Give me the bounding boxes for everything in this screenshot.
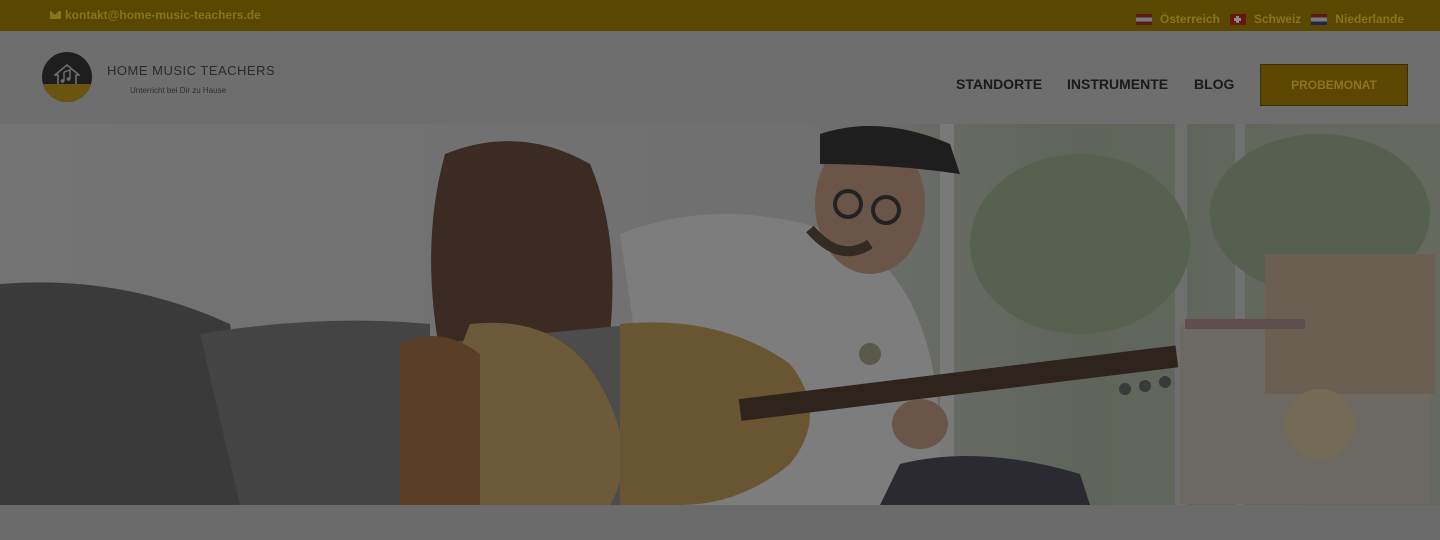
brand-logo[interactable] [42,52,92,102]
netherlands-flag-icon [1311,13,1328,25]
brand-tagline: Unterricht bei Dir zu Hause [130,86,227,95]
hero-image [0,124,1440,505]
country-link-austria[interactable]: Österreich [1135,12,1220,26]
brand-title[interactable]: HOME MUSIC TEACHERS [107,63,275,78]
country-link-switzerland[interactable]: Schweiz [1229,12,1302,26]
country-switcher: Österreich Schweiz Niederlande [1135,12,1404,26]
contact-email-text: kontakt@home-music-teachers.de [65,8,261,22]
country-label: Niederlande [1335,12,1404,26]
contact-email-link[interactable]: kontakt@home-music-teachers.de [50,8,261,22]
country-label: Schweiz [1253,12,1302,26]
switzerland-flag-icon [1229,13,1246,25]
top-bar: kontakt@home-music-teachers.de Österreic… [0,0,1440,31]
nav-item-instrumente[interactable]: INSTRUMENTE [1067,76,1168,92]
nav-item-standorte[interactable]: STANDORTE [956,76,1042,92]
envelope-icon [50,11,61,19]
austria-flag-icon [1135,13,1152,25]
content-area [0,505,1440,540]
nav-item-blog[interactable]: BLOG [1194,76,1234,92]
guitar-lesson-photo [0,124,1440,505]
country-label: Österreich [1159,12,1220,26]
probemonat-button[interactable]: PROBEMONAT [1260,64,1408,106]
site-header: HOME MUSIC TEACHERS Unterricht bei Dir z… [0,31,1440,124]
country-link-netherlands[interactable]: Niederlande [1311,12,1404,26]
logo-emblem-icon [42,52,92,102]
